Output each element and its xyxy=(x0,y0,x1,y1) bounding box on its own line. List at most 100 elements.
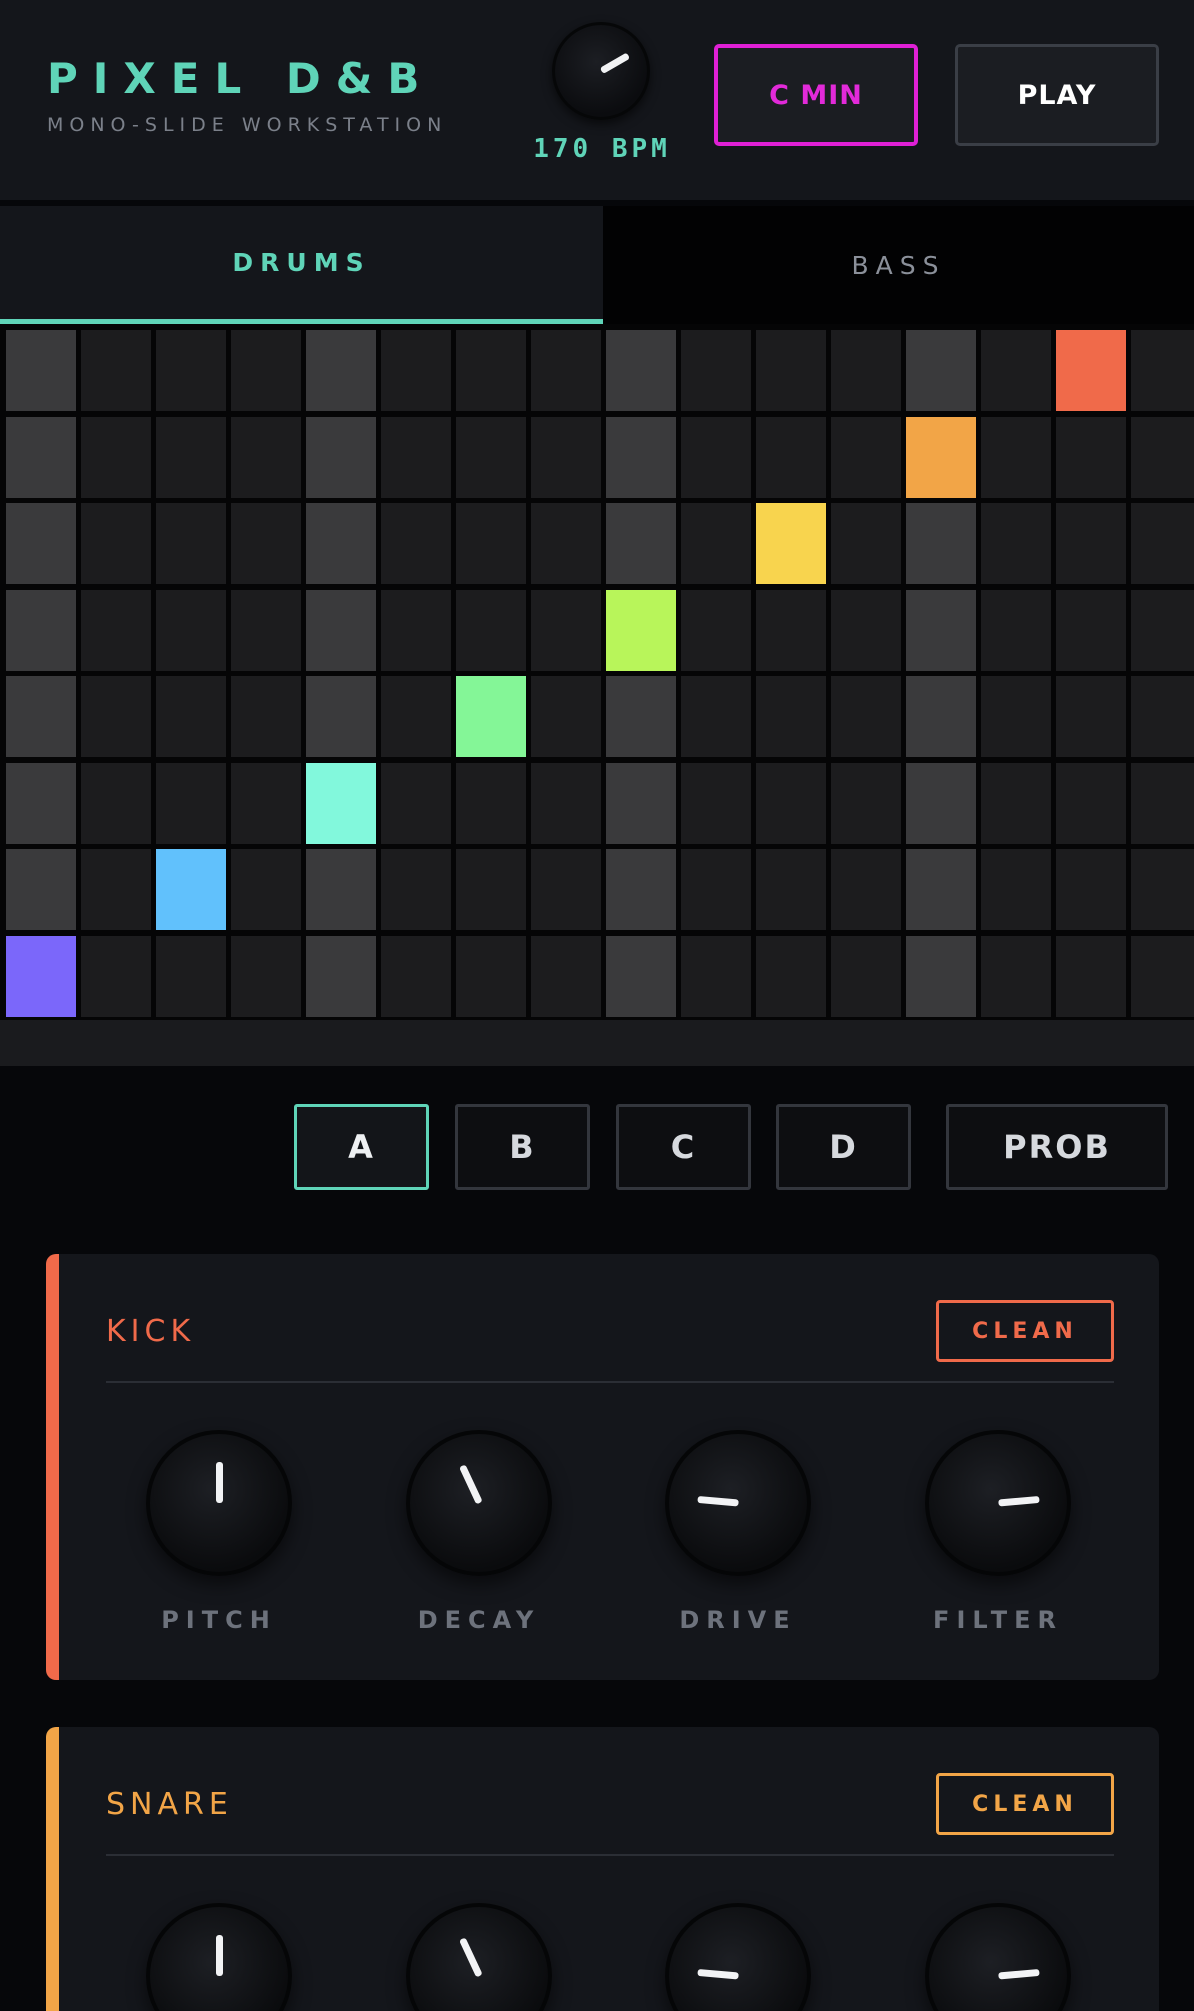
step-cell[interactable] xyxy=(156,935,226,1017)
step-cell[interactable] xyxy=(606,589,676,671)
step-cell[interactable] xyxy=(906,762,976,844)
step-cell[interactable] xyxy=(756,762,826,844)
step-cell[interactable] xyxy=(381,416,451,498)
step-cell[interactable] xyxy=(1056,676,1126,757)
step-cell[interactable] xyxy=(456,762,526,844)
step-cell[interactable] xyxy=(681,762,751,844)
step-cell[interactable] xyxy=(831,589,901,671)
pattern-b-button[interactable]: B xyxy=(455,1104,590,1190)
step-cell[interactable] xyxy=(1131,416,1194,498)
step-cell[interactable] xyxy=(756,589,826,671)
step-cell[interactable] xyxy=(1056,503,1126,584)
step-cell[interactable] xyxy=(981,503,1051,584)
snare-knob-4[interactable] xyxy=(925,1903,1071,2011)
step-cell[interactable] xyxy=(456,849,526,930)
step-cell[interactable] xyxy=(606,676,676,757)
step-cell[interactable] xyxy=(306,589,376,671)
step-cell[interactable] xyxy=(231,935,301,1017)
step-cell[interactable] xyxy=(756,330,826,411)
step-cell[interactable] xyxy=(306,849,376,930)
step-cell[interactable] xyxy=(456,330,526,411)
step-cell[interactable] xyxy=(906,330,976,411)
step-cell[interactable] xyxy=(231,416,301,498)
step-cell[interactable] xyxy=(306,935,376,1017)
step-cell[interactable] xyxy=(1131,330,1194,411)
pattern-d-button[interactable]: D xyxy=(776,1104,911,1190)
step-cell[interactable] xyxy=(81,330,151,411)
step-cell[interactable] xyxy=(456,676,526,757)
step-cell[interactable] xyxy=(231,849,301,930)
step-cell[interactable] xyxy=(381,676,451,757)
step-cell[interactable] xyxy=(1131,676,1194,757)
step-cell[interactable] xyxy=(156,330,226,411)
step-cell[interactable] xyxy=(906,589,976,671)
step-cell[interactable] xyxy=(831,676,901,757)
step-cell[interactable] xyxy=(681,416,751,498)
step-cell[interactable] xyxy=(6,503,76,584)
step-cell[interactable] xyxy=(6,589,76,671)
step-cell[interactable] xyxy=(681,849,751,930)
step-cell[interactable] xyxy=(81,503,151,584)
step-cell[interactable] xyxy=(681,676,751,757)
step-cell[interactable] xyxy=(6,762,76,844)
step-cell[interactable] xyxy=(531,762,601,844)
step-cell[interactable] xyxy=(306,503,376,584)
step-cell[interactable] xyxy=(1056,762,1126,844)
step-cell[interactable] xyxy=(681,935,751,1017)
step-cell[interactable] xyxy=(831,762,901,844)
step-cell[interactable] xyxy=(531,416,601,498)
step-cell[interactable] xyxy=(981,589,1051,671)
step-cell[interactable] xyxy=(1131,589,1194,671)
pattern-c-button[interactable]: C xyxy=(616,1104,751,1190)
step-cell[interactable] xyxy=(456,416,526,498)
step-cell[interactable] xyxy=(606,330,676,411)
step-cell[interactable] xyxy=(906,935,976,1017)
tab-bass[interactable]: BASS xyxy=(603,206,1194,324)
snare-knob-2[interactable] xyxy=(406,1903,552,2011)
step-cell[interactable] xyxy=(81,762,151,844)
step-cell[interactable] xyxy=(156,849,226,930)
step-cell[interactable] xyxy=(381,330,451,411)
step-cell[interactable] xyxy=(156,676,226,757)
step-cell[interactable] xyxy=(231,330,301,411)
step-cell[interactable] xyxy=(531,676,601,757)
step-cell[interactable] xyxy=(1131,762,1194,844)
step-cell[interactable] xyxy=(456,503,526,584)
step-cell[interactable] xyxy=(456,589,526,671)
step-cell[interactable] xyxy=(906,503,976,584)
step-cell[interactable] xyxy=(156,762,226,844)
step-cell[interactable] xyxy=(6,849,76,930)
step-cell[interactable] xyxy=(81,589,151,671)
step-cell[interactable] xyxy=(606,416,676,498)
step-cell[interactable] xyxy=(606,762,676,844)
step-cell[interactable] xyxy=(381,849,451,930)
snare-mode-button[interactable]: CLEAN xyxy=(936,1773,1114,1835)
step-cell[interactable] xyxy=(306,330,376,411)
kick-mode-button[interactable]: CLEAN xyxy=(936,1300,1114,1362)
step-cell[interactable] xyxy=(1056,330,1126,411)
tempo-knob[interactable] xyxy=(552,22,650,120)
step-cell[interactable] xyxy=(1131,935,1194,1017)
step-cell[interactable] xyxy=(756,416,826,498)
step-cell[interactable] xyxy=(906,676,976,757)
step-cell[interactable] xyxy=(231,676,301,757)
step-cell[interactable] xyxy=(831,503,901,584)
step-cell[interactable] xyxy=(531,849,601,930)
step-cell[interactable] xyxy=(756,503,826,584)
step-cell[interactable] xyxy=(606,849,676,930)
step-cell[interactable] xyxy=(231,503,301,584)
step-cell[interactable] xyxy=(756,935,826,1017)
prob-button[interactable]: PROB xyxy=(946,1104,1168,1190)
step-cell[interactable] xyxy=(1131,503,1194,584)
tab-drums[interactable]: DRUMS xyxy=(0,206,603,324)
play-button[interactable]: PLAY xyxy=(955,44,1159,146)
step-cell[interactable] xyxy=(1056,589,1126,671)
key-button[interactable]: C MIN xyxy=(714,44,918,146)
step-cell[interactable] xyxy=(681,330,751,411)
step-cell[interactable] xyxy=(456,935,526,1017)
step-cell[interactable] xyxy=(81,676,151,757)
step-cell[interactable] xyxy=(156,416,226,498)
step-cell[interactable] xyxy=(231,762,301,844)
pattern-a-button[interactable]: A xyxy=(294,1104,429,1190)
step-cell[interactable] xyxy=(81,416,151,498)
